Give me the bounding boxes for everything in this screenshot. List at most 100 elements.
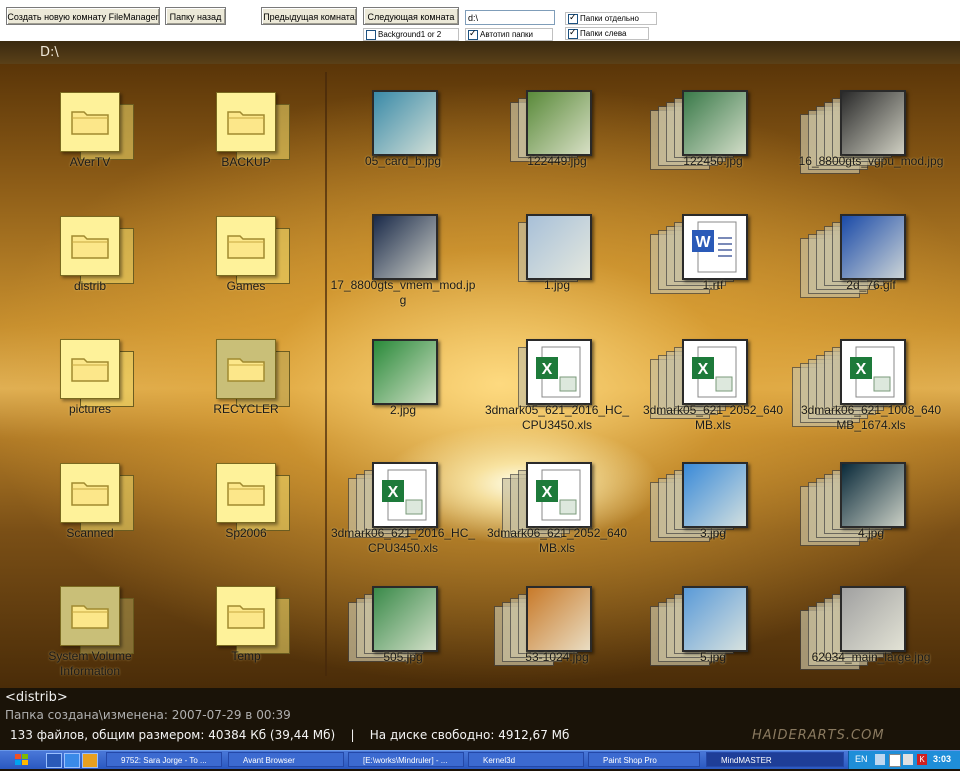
file-label: 53-1024.jpg (525, 650, 589, 664)
image-thumbnail (682, 90, 748, 156)
svg-text:X: X (542, 484, 553, 501)
folders-separate-label: Папки отдельно (580, 14, 639, 23)
image-thumbnail (682, 462, 748, 528)
path-input[interactable]: d:\ (465, 10, 555, 25)
taskbar-button[interactable]: Kernel3d (468, 752, 584, 767)
file-label: 3dmark05_621_2052_640MB.xls (642, 403, 784, 432)
svg-text:X: X (856, 361, 867, 378)
svg-text:X: X (388, 484, 399, 501)
image-thumbnail (526, 214, 592, 280)
folder-item[interactable] (216, 463, 296, 533)
svg-text:X: X (542, 361, 553, 378)
created-date: Папка создана\изменена: 2007-07-29 в 00:… (5, 708, 291, 722)
tray-window-icon[interactable] (889, 754, 901, 767)
svg-text:W: W (695, 234, 711, 251)
folder-icon (216, 463, 276, 523)
folder-item[interactable] (216, 339, 296, 409)
excel-file-icon: X (526, 462, 592, 528)
file-label: 3dmark06_621_2052_640MB.xls (486, 526, 628, 555)
checkbox-box[interactable] (568, 27, 578, 39)
folder-icon (60, 463, 120, 523)
image-thumbnail (526, 90, 592, 156)
taskbar-button[interactable]: Avant Browser (228, 752, 344, 767)
excel-file-icon: X (372, 462, 438, 528)
clock: 3:03 (933, 754, 952, 764)
folder-label: distrib (73, 279, 106, 293)
image-thumbnail (372, 214, 438, 280)
checkbox-box[interactable] (366, 30, 376, 40)
folder-label: Sp2006 (225, 526, 267, 540)
folder-item[interactable] (60, 586, 140, 656)
image-thumbnail (526, 586, 592, 652)
taskbar-button[interactable]: [E:\works\Mindruler] - ... (348, 752, 464, 767)
tray-network-icon[interactable] (875, 754, 885, 765)
file-label: 1.rtf (702, 278, 724, 292)
quicklaunch-app-icon[interactable] (82, 753, 98, 768)
folder-item[interactable] (216, 216, 296, 286)
selected-item: <distrib> (5, 690, 68, 705)
taskbar-button[interactable]: MindMASTER (706, 752, 844, 767)
folder-icon (216, 216, 276, 276)
folder-label: System Volume Information (48, 649, 132, 678)
image-thumbnail (372, 90, 438, 156)
file-label: 3dmark05_621_2016_HC_CPU3450.xls (484, 403, 630, 432)
folder-icon (60, 216, 120, 276)
folders-left-checkbox[interactable]: Папки слева (565, 27, 649, 40)
quicklaunch-browser-icon[interactable] (64, 753, 80, 768)
folder-label: pictures (68, 402, 112, 416)
status-bar: <distrib> Папка создана\изменена: 2007-0… (0, 688, 960, 750)
folder-item[interactable] (60, 92, 140, 162)
next-room-button[interactable]: Следующая комната (363, 7, 459, 25)
disk-summary: 133 файлов, общим размером: 40384 Кб (39… (10, 728, 570, 742)
language-indicator[interactable]: EN (855, 754, 868, 764)
word-file-icon: W (682, 214, 748, 280)
folder-icon (216, 92, 276, 152)
folder-item[interactable] (60, 216, 140, 286)
file-label: 505.jpg (383, 650, 423, 664)
folder-label: BACKUP (221, 155, 271, 169)
system-tray: EN K 3:03 (848, 751, 960, 769)
show-desktop-icon[interactable] (46, 753, 62, 768)
excel-file-icon: X (840, 339, 906, 405)
file-label: 122450.jpg (683, 154, 743, 168)
folder-label: RECYCLER (213, 402, 279, 416)
path-bar: D:\ (0, 41, 960, 64)
folder-back-button[interactable]: Папку назад (165, 7, 226, 25)
tray-app-icon[interactable] (903, 754, 913, 765)
taskbar: 9752: Sara Jorge - To ... Avant Browser [E… (0, 750, 960, 769)
folders-left-label: Папки слева (580, 29, 627, 38)
folders-divider (325, 72, 327, 676)
prev-room-button[interactable]: Предыдущая комната (261, 7, 357, 25)
folders-separate-checkbox[interactable]: Папки отдельно (565, 12, 657, 25)
create-room-button[interactable]: Создать новую комнату FileManager (6, 7, 160, 25)
current-path: D:\ (40, 45, 59, 60)
file-label: 2d_76.gif (846, 278, 896, 292)
start-icon[interactable] (14, 753, 30, 766)
file-label: 05_card_b.jpg (364, 154, 442, 168)
folder-item[interactable] (216, 586, 296, 656)
taskbar-button[interactable]: 9752: Sara Jorge - To ... (106, 752, 222, 767)
folder-item[interactable] (60, 339, 140, 409)
tray-k-icon[interactable]: K (917, 754, 927, 765)
file-label: 3.jpg (699, 526, 727, 540)
checkbox-box[interactable] (468, 28, 478, 40)
folder-item[interactable] (216, 92, 296, 162)
file-label: 16_8800gts_vgpu_mod.jpg (798, 154, 944, 168)
file-room-view: AVerTV BACKUP distrib Games pictures RECYCLER… (0, 64, 960, 688)
file-label: 17_8800gts_vmem_mod.jpg (330, 278, 476, 307)
checkbox-box[interactable] (568, 12, 578, 24)
excel-file-icon: X (526, 339, 592, 405)
image-thumbnail (840, 90, 906, 156)
autotype-checkbox[interactable]: Автотип папки (465, 28, 553, 41)
folder-icon (60, 586, 120, 646)
image-thumbnail (372, 339, 438, 405)
background-checkbox-label: Background1 or 2 (378, 30, 442, 39)
taskbar-button[interactable]: Paint Shop Pro (588, 752, 700, 767)
watermark: HAIDERARTS.COM (752, 728, 885, 743)
folder-item[interactable] (60, 463, 140, 533)
background-checkbox[interactable]: Background1 or 2 (363, 28, 459, 41)
folder-icon (216, 586, 276, 646)
image-thumbnail (840, 214, 906, 280)
autotype-checkbox-label: Автотип папки (480, 30, 534, 39)
folder-icon (216, 339, 276, 399)
